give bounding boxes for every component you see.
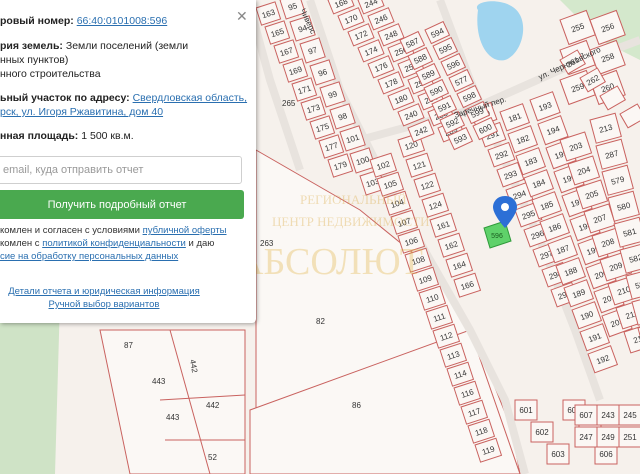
parcel[interactable]: 251 (618, 426, 640, 448)
parcel[interactable]: 247 (574, 426, 598, 448)
parcel-number: 443 (166, 413, 180, 422)
parcel[interactable]: 607 (574, 404, 598, 426)
parcel[interactable]: 249 (596, 426, 620, 448)
privacy-consent-row: комлен с политикой конфиденциальности и … (0, 237, 246, 250)
public-offer-link[interactable]: публичной оферты (143, 225, 227, 236)
parcel-number: 243 (601, 411, 615, 420)
offer-consent-row: комлен и согласен с условиями публичной … (0, 224, 246, 237)
manual-selection-link[interactable]: Ручной выбор вариантов (49, 299, 160, 310)
land-category-value-line3: нного строительства (0, 68, 101, 80)
details-row: Детали отчета и юридическая информация (0, 286, 232, 297)
address-label: ьный участок по адресу: (0, 92, 130, 104)
land-category-label: рия земель: (0, 40, 63, 52)
land-category-value-cont: нных пунктов) (0, 53, 246, 67)
parcel-number: 86 (352, 401, 361, 410)
land-category-row: рия земель: Земли поселений (земли (0, 39, 246, 53)
address-link-line2[interactable]: рск, ул. Игоря Ржавитина, дом 40 (0, 106, 163, 118)
parcel-number: 247 (579, 433, 593, 442)
address-row-cont: рск, ул. Игоря Ржавитина, дом 40 (0, 105, 246, 119)
cadastral-number-link[interactable]: 66:40:0101008:596 (77, 15, 168, 27)
manual-row: Ручной выбор вариантов (0, 299, 232, 310)
get-report-button[interactable]: Получить подробный отчет (0, 190, 244, 219)
personal-data-link[interactable]: сие на обработку персональных данных (0, 251, 178, 262)
parcel[interactable]: 602 (530, 421, 554, 443)
parcel-number: 442 (206, 401, 220, 410)
email-input[interactable] (0, 156, 242, 184)
address-link[interactable]: Свердловская область, (133, 92, 247, 104)
selected-parcel-label: 596 (491, 233, 503, 240)
offer-consent-text: комлен и согласен с условиями (0, 225, 143, 236)
privacy-consent-text: комлен с (0, 238, 43, 249)
area-row: нная площадь: 1 500 кв.м. (0, 129, 246, 143)
parcel-number: 249 (601, 433, 615, 442)
parcel-info-panel: ✕ ровый номер: 66:40:0101008:596 рия зем… (0, 0, 256, 323)
parcel-number: 82 (316, 317, 325, 326)
parcel-number: 606 (599, 450, 613, 459)
area-label: нная площадь: (0, 130, 79, 142)
cadastral-number-label: ровый номер: (0, 15, 74, 27)
parcel-number: 87 (124, 341, 133, 350)
privacy-policy-link[interactable]: политикой конфиденциальности (42, 238, 186, 249)
parcel[interactable]: 243 (596, 404, 620, 426)
parcel[interactable]: 603 (546, 443, 570, 465)
parcel-number: 603 (551, 450, 565, 459)
parcel-number: 443 (152, 377, 166, 386)
forest-area (0, 300, 60, 474)
land-category-value-cont: нного строительства (0, 67, 246, 81)
parcel[interactable]: 601 (514, 399, 538, 421)
parcel-number: 601 (519, 406, 533, 415)
parcel-number: 265 (282, 99, 296, 108)
parcel-number: 52 (208, 453, 217, 462)
svg-text:ЦЕНТР НЕДВИЖИМОСТИ: ЦЕНТР НЕДВИЖИМОСТИ (272, 214, 430, 229)
land-category-value-line2: нных пунктов) (0, 54, 69, 66)
svg-text:АБСОЛЮТ: АБСОЛЮТ (236, 241, 423, 283)
data-consent-row: сие на обработку персональных данных (0, 250, 246, 263)
privacy-consent-suffix: и даю (185, 238, 215, 249)
parcel-number: 602 (535, 428, 549, 437)
svg-text:РЕГИОНАЛЬНЫЙ: РЕГИОНАЛЬНЫЙ (300, 192, 407, 207)
area-value: 1 500 кв.м. (81, 130, 134, 142)
report-details-link[interactable]: Детали отчета и юридическая информация (8, 286, 200, 297)
parcel-number: 607 (579, 411, 593, 420)
parcel-number: 245 (623, 411, 637, 420)
parcel[interactable]: 245 (618, 404, 640, 426)
address-row: ьный участок по адресу: Свердловская обл… (0, 91, 247, 105)
land-category-value: Земли поселений (земли (65, 40, 189, 52)
parcel-number: 251 (623, 433, 637, 442)
cadastral-number-row: ровый номер: 66:40:0101008:596 (0, 14, 246, 28)
